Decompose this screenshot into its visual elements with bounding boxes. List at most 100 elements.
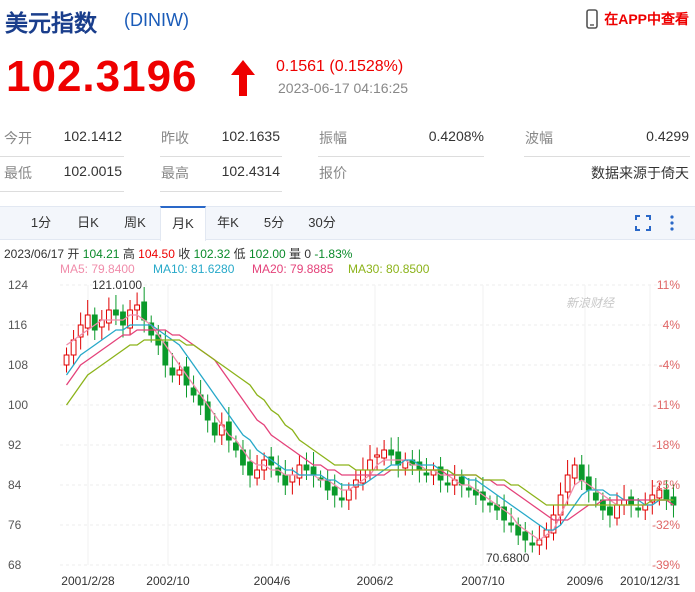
stat-prev-close-value: 102.1635: [221, 128, 280, 144]
candle-body: [91, 314, 98, 331]
candle-body: [578, 464, 585, 481]
stats-row-1: 今开 102.1412 昨收 102.1635 振幅 0.4208% 波幅 0.…: [0, 128, 695, 162]
candle-body: [169, 367, 176, 376]
stat-label: 最高: [161, 165, 189, 181]
more-icon[interactable]: [666, 214, 678, 232]
tab-1min[interactable]: 1分: [24, 207, 58, 239]
watermark: 新浪财经: [566, 296, 616, 310]
ma5-line: [66, 314, 674, 541]
volume-label: 量: [289, 247, 302, 261]
period-tabs: 1分 日K 周K 月K 年K 5分 30分: [0, 206, 695, 241]
candle-body: [63, 354, 70, 366]
candle-body: [141, 301, 148, 321]
candlestick-chart[interactable]: 新浪财经 124 11% 116 4% 108 -4% 100 -11% 92 -18% 84 -25…: [0, 277, 695, 592]
candle-body: [444, 482, 451, 486]
tab-30min[interactable]: 30分: [302, 207, 342, 239]
pct-tick-label: -25%: [652, 478, 680, 492]
bar-date: 2023/06/17: [4, 247, 65, 261]
candle-body: [487, 502, 493, 506]
candle-body: [607, 506, 613, 516]
max-annotation: 121.0100: [92, 278, 142, 292]
close-value: 102.32: [193, 247, 231, 261]
y-tick-label: 116: [8, 318, 27, 332]
stat-amplitude-value: 0.4208%: [428, 128, 484, 144]
pct-tick-label: 4%: [663, 318, 681, 332]
pct-change: -1.83%: [314, 247, 353, 261]
tab-weekly-k[interactable]: 周K: [116, 207, 154, 239]
candle-body: [84, 314, 91, 329]
high-value: 104.50: [138, 247, 175, 261]
stat-label: 今开: [4, 130, 32, 146]
watermark-text: 新浪财经: [566, 296, 616, 310]
candle-body: [190, 387, 197, 396]
candle-body: [465, 487, 472, 491]
pct-tick-label: -32%: [652, 518, 680, 532]
low-label: 低: [233, 247, 246, 261]
candle-body: [338, 497, 345, 501]
pct-tick-label: -4%: [659, 358, 681, 372]
candle-body: [247, 461, 253, 476]
candle-body: [381, 449, 388, 459]
pct-tick-label: -18%: [652, 438, 680, 452]
candle-body: [282, 474, 289, 486]
candle-body: [303, 464, 310, 471]
x-tick-label: 2004/6: [254, 574, 291, 588]
candle-body: [254, 469, 260, 479]
candle-body: [642, 504, 649, 511]
candle-body: [592, 492, 599, 501]
tab-monthly-k[interactable]: 月K: [160, 206, 206, 241]
candle-body: [621, 499, 627, 506]
open-value: 104.21: [82, 247, 120, 261]
y-tick-label: 92: [8, 438, 22, 452]
min-annotation: 70.6800: [486, 551, 530, 565]
stat-high-value: 102.4314: [221, 163, 280, 179]
ma20-label: MA20: 79.8885: [252, 262, 334, 276]
stat-label: 波幅: [525, 130, 553, 146]
x-tick-label: 2006/2: [357, 574, 394, 588]
candle-body: [388, 449, 395, 456]
stat-low-value: 102.0015: [63, 163, 122, 179]
fullscreen-icon[interactable]: [634, 214, 652, 232]
ma10-line: [65, 324, 674, 531]
ma5-label: MA5: 79.8400: [60, 262, 135, 276]
current-price: 102.3196: [6, 52, 198, 101]
stat-label: 昨收: [161, 130, 189, 146]
stat-label: 最低: [4, 165, 32, 181]
candle-body: [571, 464, 578, 479]
candle-body: [345, 489, 352, 501]
x-tick-label: 2010/12/31: [620, 574, 680, 588]
ma30-label: MA30: 80.8500: [348, 262, 430, 276]
close-label: 收: [178, 247, 191, 261]
candle-body: [233, 442, 239, 451]
candle-body: [134, 304, 141, 311]
candle-body: [211, 422, 218, 436]
header: 美元指数 (DINIW) 在APP中查看: [0, 0, 695, 40]
y-tick-label: 84: [8, 478, 22, 492]
stat-label: 振幅: [319, 130, 347, 146]
candle-body: [296, 464, 303, 479]
tab-5min[interactable]: 5分: [256, 207, 292, 239]
candle-body: [635, 507, 642, 511]
stat-open-value: 102.1412: [63, 128, 122, 144]
pct-tick-label: 11%: [657, 278, 680, 292]
up-arrow-icon: [231, 60, 255, 96]
y-tick-label: 68: [8, 558, 22, 572]
volume-value: 0: [304, 247, 312, 261]
open-in-app-button[interactable]: 在APP中查看: [586, 8, 689, 30]
candle-body: [367, 459, 373, 471]
y-tick-label: 108: [8, 358, 28, 372]
high-label: 高: [122, 247, 135, 261]
open-in-app-label: 在APP中查看: [604, 11, 689, 27]
y-tick-label: 76: [8, 518, 22, 532]
ma10-label: MA10: 81.6280: [153, 262, 235, 276]
y-tick-label: 100: [8, 398, 28, 412]
tab-yearly-k[interactable]: 年K: [210, 207, 246, 239]
price-change: 0.1561 (0.1528%): [276, 58, 404, 75]
candle-body: [522, 531, 529, 541]
candle-body: [628, 496, 635, 506]
tab-daily-k[interactable]: 日K: [70, 207, 106, 239]
open-label: 开: [67, 247, 80, 261]
x-tick-label: 2002/10: [146, 574, 190, 588]
stat-range-value: 0.4299: [646, 128, 689, 144]
data-source-note: 数据来源于倚天: [591, 165, 689, 181]
